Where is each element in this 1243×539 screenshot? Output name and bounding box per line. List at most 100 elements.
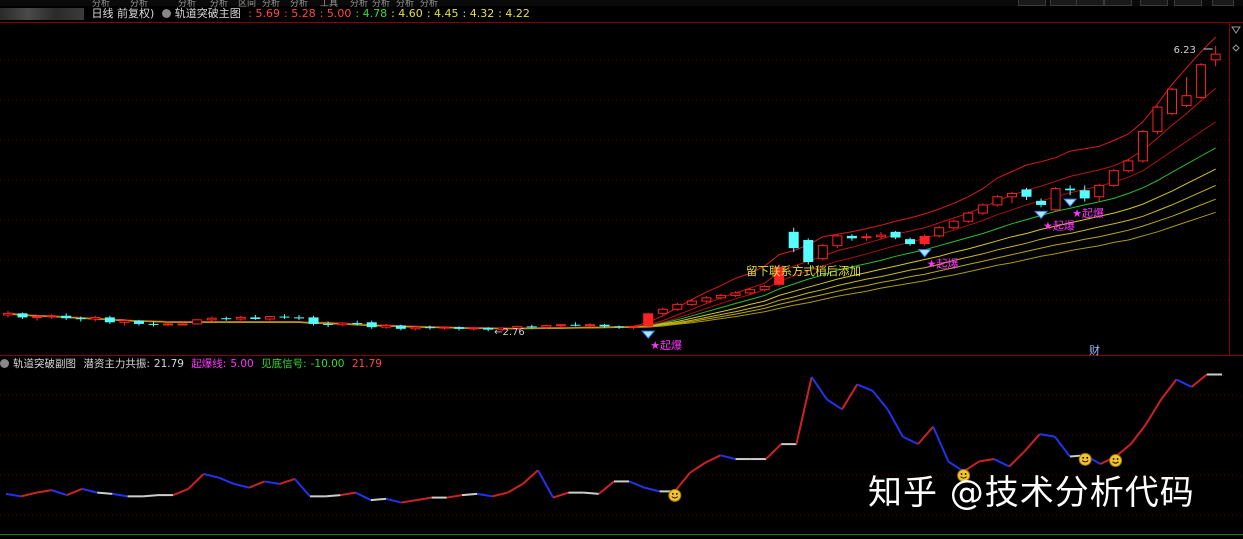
- candle-body: [876, 234, 886, 238]
- oscillator-segment: [1023, 433, 1041, 453]
- candle-body: [323, 323, 334, 325]
- candle-body: [439, 326, 450, 329]
- oscillator-segment: [401, 499, 417, 504]
- candle-body: [570, 324, 581, 326]
- candle-body: [599, 324, 610, 327]
- candle-body: [381, 325, 392, 328]
- candle-body: [817, 245, 828, 260]
- smiley-icon: [1078, 452, 1092, 466]
- oscillator-segment: [583, 491, 599, 495]
- candle-body: [17, 313, 28, 318]
- candle-body: [730, 292, 741, 296]
- oscillator-segment: [325, 494, 341, 498]
- sub-indicator-name[interactable]: 轨道突破副图: [13, 358, 76, 370]
- signal-diamond-icon: [917, 249, 932, 258]
- oscillator-segment: [51, 489, 68, 497]
- candle-body: [119, 320, 130, 323]
- oscillator-segment: [1054, 436, 1071, 458]
- candle-body: [657, 308, 668, 314]
- candle-body: [366, 322, 377, 328]
- candle-body: [1036, 200, 1047, 205]
- band-line: [7, 168, 1216, 329]
- candle-body: [1006, 193, 1017, 198]
- candle-body: [555, 324, 566, 327]
- band-line: [7, 184, 1216, 330]
- signal-label: ★起爆: [650, 338, 682, 352]
- candle-body: [948, 220, 959, 229]
- candle-body: [643, 313, 654, 327]
- candle-body: [90, 316, 101, 320]
- oscillator-segment: [36, 489, 52, 494]
- oscillator-segment: [97, 491, 113, 495]
- candle-body: [104, 317, 115, 323]
- oscillator-segment: [644, 486, 660, 493]
- candle-body: [46, 315, 57, 318]
- sub-indicator-settings-icon[interactable]: [0, 359, 9, 368]
- oscillator-segment: [765, 443, 782, 460]
- oscillator-segment: [628, 480, 645, 489]
- signal-diamond-icon: [1063, 198, 1078, 207]
- oscillator-segment: [172, 487, 189, 497]
- oscillator-segment: [902, 435, 919, 446]
- candle-body: [352, 323, 363, 325]
- signal-label: ★起爆: [927, 257, 959, 271]
- candle-body: [1210, 53, 1221, 61]
- low-price-label: ←2.76: [494, 327, 525, 338]
- candle-body: [1094, 184, 1105, 198]
- oscillator-segment: [461, 492, 478, 497]
- candle-body: [235, 316, 246, 320]
- oscillator-segment: [446, 494, 463, 499]
- oscillator-segment: [552, 491, 569, 499]
- candle-body: [264, 316, 275, 320]
- smiley-eye: [1082, 456, 1085, 459]
- candle-body: [454, 327, 465, 329]
- candle-body: [308, 317, 319, 324]
- candle-body: [963, 212, 974, 222]
- sub-chart-header: 轨道突破副图 潜资主力共振: 21.79 起爆线: 5.00 见底信号: -10.00…: [0, 357, 386, 371]
- oscillator-segment: [279, 477, 296, 485]
- candle-body: [832, 235, 843, 247]
- candle-body: [686, 300, 697, 305]
- oscillator-segment: [294, 478, 311, 498]
- high-price-label: 6.23: [1174, 45, 1196, 56]
- candle-body: [628, 325, 639, 328]
- oscillator-segment: [233, 482, 250, 489]
- candle-body: [788, 231, 799, 249]
- oscillator-segment: [871, 390, 889, 410]
- finance-marker: 财: [1089, 343, 1100, 357]
- candle-body: [61, 315, 72, 319]
- oscillator-segment: [355, 491, 372, 501]
- oscillator-segment: [248, 480, 265, 489]
- candle-body: [279, 316, 290, 318]
- signal-label: ★起爆: [1043, 218, 1075, 232]
- candle-body: [75, 318, 86, 320]
- candle-body: [395, 325, 406, 329]
- candle-body: [1152, 106, 1163, 133]
- signal-diamond-icon: [1033, 210, 1049, 220]
- ignition-line-value: 5.00: [230, 358, 254, 370]
- candle-body: [1137, 131, 1148, 162]
- candle-body: [715, 294, 726, 299]
- candle-body: [468, 327, 479, 330]
- candle-body: [177, 323, 188, 326]
- oscillator-segment: [385, 497, 402, 504]
- band-line: [7, 36, 1217, 329]
- oscillator-segment: [340, 491, 356, 497]
- oscillator-segment: [507, 483, 524, 494]
- smiley-icon: [668, 488, 682, 502]
- band-line: [7, 88, 1217, 329]
- candle-body: [250, 317, 261, 320]
- oscillator-segment: [886, 408, 904, 438]
- candle-body: [337, 322, 348, 326]
- candle-body: [32, 316, 43, 319]
- watermark-text: 知乎 @技术分析代码: [868, 473, 1195, 513]
- candle-body: [221, 318, 232, 320]
- oscillator-segment: [689, 461, 706, 474]
- candle-body: [1065, 188, 1076, 191]
- chart-canvas[interactable]: ★起爆★起爆★起爆★起爆留下联系方式稍后添加6.23←2.76财: [0, 0, 1243, 539]
- collapse-icon: [1231, 26, 1241, 34]
- oscillator-segment: [477, 492, 493, 498]
- band-line: [7, 121, 1216, 329]
- oscillator-segment: [492, 491, 508, 498]
- smiley-eye: [1112, 458, 1115, 460]
